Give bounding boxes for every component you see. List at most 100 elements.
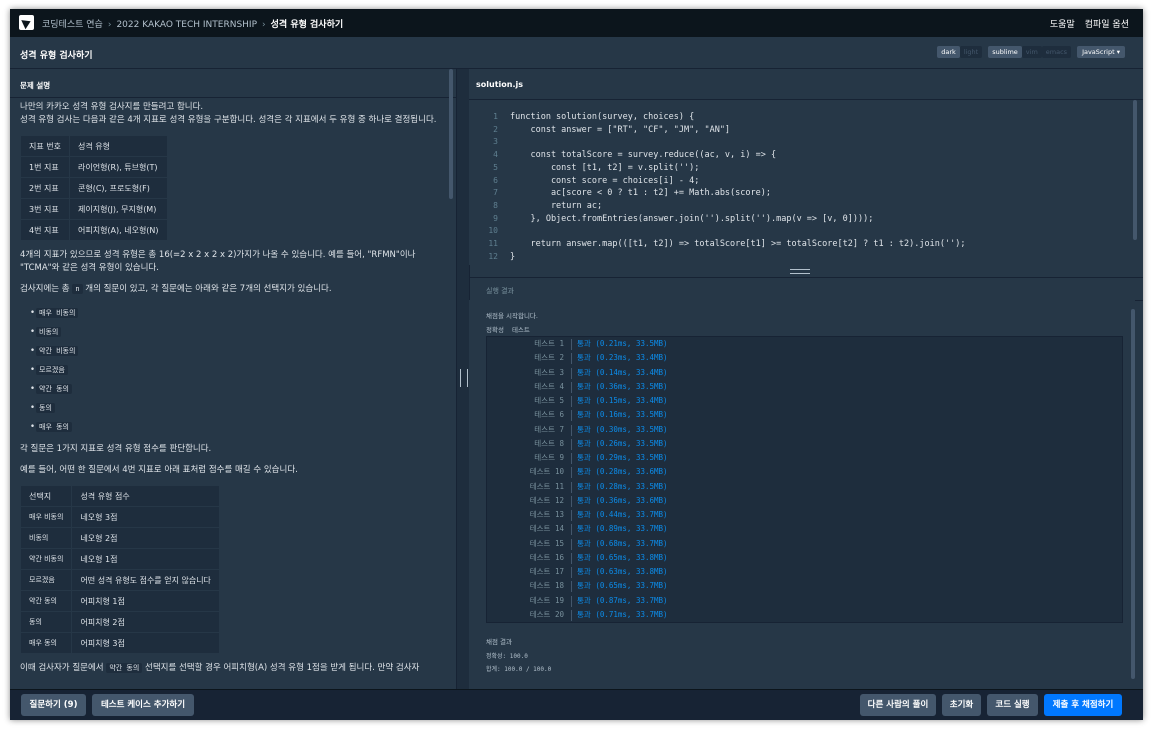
code-text: } bbox=[510, 251, 516, 262]
code-line[interactable]: 3 bbox=[469, 137, 1129, 150]
theme-dark-toggle[interactable]: dark bbox=[937, 46, 960, 58]
table-header: 선택지 bbox=[19, 485, 73, 507]
table-cell: 어떤 성격 유형도 점수를 얻지 않습니다 bbox=[71, 569, 220, 591]
inline-code: 약간 동의 bbox=[106, 663, 143, 673]
test-row: 테스트 18 통과 (0.65ms, 33.7MB) bbox=[487, 580, 1122, 594]
test-row: 테스트 3 통과 (0.14ms, 33.4MB) bbox=[487, 367, 1122, 381]
code-line[interactable]: 12} bbox=[469, 252, 1129, 265]
code-text: const answer = ["RT", "CF", "JM", "AN"] bbox=[510, 124, 731, 135]
run-code-button[interactable]: 코드 실행 bbox=[987, 694, 1038, 716]
table-cell: 약간 비동의 bbox=[19, 548, 73, 570]
line-number: 5 bbox=[493, 162, 498, 172]
add-testcase-button[interactable]: 테스트 케이스 추가하기 bbox=[92, 694, 194, 716]
submit-button[interactable]: 제출 후 채점하기 bbox=[1044, 694, 1122, 716]
language-select[interactable]: JavaScript ▾ bbox=[1077, 46, 1125, 58]
table-cell: 네오형 1점 bbox=[71, 548, 220, 570]
results-scrollbar[interactable] bbox=[1131, 309, 1135, 679]
test-name: 테스트 10 bbox=[529, 467, 564, 477]
code-line[interactable]: 10 bbox=[469, 226, 1129, 239]
test-name: 테스트 1 bbox=[534, 339, 564, 348]
top-navigation: 코딩테스트 연습 › 2022 KAKAO TECH INTERNSHIP › 성격 유… bbox=[10, 9, 1143, 37]
code-line[interactable]: 11 return answer.map(([t1, t2]) => total… bbox=[469, 239, 1129, 252]
divider bbox=[571, 538, 572, 550]
test-row: 테스트 12 통과 (0.36ms, 33.6MB) bbox=[487, 495, 1122, 509]
table-cell: 어피치형(A), 네오형(N) bbox=[68, 219, 168, 241]
code-editor[interactable]: 1 function solution(survey, choices) { 2 … bbox=[469, 100, 1133, 265]
test-result: 통과 (0.16ms, 33.5MB) bbox=[577, 410, 668, 420]
test-row: 테스트 4 통과 (0.36ms, 33.5MB) bbox=[487, 381, 1122, 395]
problem-panel[interactable]: 문제 설명 나만의 카카오 성격 유형 검사지를 만들려고 합니다. 성격 유형 … bbox=[10, 69, 456, 689]
breadcrumb-item[interactable]: 2022 KAKAO TECH INTERNSHIP bbox=[116, 20, 257, 30]
divider bbox=[571, 581, 572, 593]
test-name: 테스트 2 bbox=[534, 353, 564, 363]
test-name: 테스트 13 bbox=[529, 510, 564, 519]
test-result: 통과 (0.36ms, 33.5MB) bbox=[577, 381, 668, 391]
test-row: 테스트 5 통과 (0.15ms, 33.4MB) bbox=[487, 395, 1122, 409]
table-cell: 동의 bbox=[19, 611, 73, 633]
line-number: 2 bbox=[493, 124, 498, 134]
divider bbox=[571, 595, 572, 607]
keymap-sublime-toggle[interactable]: sublime bbox=[988, 46, 1022, 58]
divider bbox=[571, 567, 572, 578]
code-text: const totalScore = survey.reduce((ac, v,… bbox=[510, 150, 777, 161]
code-line[interactable]: 1 function solution(survey, choices) { bbox=[469, 112, 1129, 125]
keymap-emacs-toggle[interactable]: emacs bbox=[1041, 46, 1072, 58]
line-number: 3 bbox=[493, 137, 498, 147]
code-line[interactable]: 5 const [t1, t2] = v.split(''); bbox=[469, 163, 1129, 176]
test-row: 테스트 17 통과 (0.63ms, 33.8MB) bbox=[487, 566, 1122, 580]
table-row: 2번 지표 콘형(C), 프로도형(F) bbox=[20, 177, 168, 199]
code-line[interactable]: 4 const totalScore = survey.reduce((ac, … bbox=[469, 150, 1129, 163]
list-item: 매우 비동의 bbox=[30, 304, 442, 323]
panel-splitter[interactable] bbox=[456, 69, 470, 689]
inline-code: 매우 비동의 bbox=[36, 308, 79, 318]
drag-handle-icon[interactable] bbox=[790, 269, 810, 274]
code-line[interactable]: 7 ac[score < 0 ? t1 : t2] += Math.abs(sc… bbox=[469, 188, 1129, 201]
breadcrumb-current: 성격 유형 검사하기 bbox=[270, 20, 344, 30]
theme-light-toggle[interactable]: light bbox=[959, 46, 983, 58]
drag-handle-icon[interactable] bbox=[460, 369, 468, 387]
editor-results-splitter[interactable] bbox=[469, 265, 1143, 277]
ask-question-button[interactable]: 질문하기 (9) bbox=[21, 694, 86, 716]
results-heading: 실행 결과 bbox=[486, 287, 514, 295]
code-line[interactable]: 8 return ac; bbox=[469, 201, 1129, 214]
keymap-vim-toggle[interactable]: vim bbox=[1021, 46, 1042, 58]
list-item: 약간 비동의 bbox=[30, 342, 442, 361]
test-name: 테스트 9 bbox=[534, 453, 564, 462]
list-item: 약간 동의 bbox=[30, 380, 442, 399]
test-name: 테스트 6 bbox=[534, 410, 564, 420]
code-line[interactable]: 2 const answer = ["RT", "CF", "JM", "AN"… bbox=[469, 125, 1129, 138]
paragraph: 4개의 지표가 있으므로 성격 유형은 총 16(=2 x 2 x 2 x 2)… bbox=[20, 250, 416, 273]
table-cell: 콘형(C), 프로도형(F) bbox=[68, 177, 168, 199]
line-number: 7 bbox=[493, 188, 498, 198]
code-line[interactable]: 6 const score = choices[i] - 4; bbox=[469, 176, 1129, 189]
code-text: function solution(survey, choices) { bbox=[510, 112, 695, 122]
table-cell: 4번 지표 bbox=[20, 219, 70, 241]
test-result: 통과 (0.65ms, 33.7MB) bbox=[577, 581, 668, 591]
compile-options-link[interactable]: 컴파일 옵션 bbox=[1085, 20, 1129, 30]
problem-heading-bar: 문제 설명 bbox=[10, 69, 456, 98]
chevron-right-icon: › bbox=[107, 20, 112, 30]
programmers-logo-icon[interactable] bbox=[19, 15, 34, 30]
table-cell: 네오형 3점 bbox=[71, 506, 220, 528]
test-name: 테스트 8 bbox=[534, 438, 564, 448]
chevron-right-icon: › bbox=[262, 20, 266, 30]
text: 개의 질문이 있고, 각 질문에는 아래와 같은 7개의 선택지가 있습니다. bbox=[85, 284, 332, 294]
reset-button[interactable]: 초기화 bbox=[942, 694, 981, 716]
code-text: ac[score < 0 ? t1 : t2] += Math.abs(scor… bbox=[510, 188, 771, 199]
line-number: 1 bbox=[493, 112, 498, 121]
test-row: 테스트 1 통과 (0.21ms, 33.5MB) bbox=[487, 338, 1122, 352]
score-table: 선택지 성격 유형 점수 매우 비동의 네오형 3점 비동의 네오형 2점 약간 비동… bbox=[19, 485, 220, 654]
table-cell: 어피치형 1점 bbox=[71, 590, 220, 612]
text: 이때 검사자가 질문에서 bbox=[20, 663, 104, 673]
table-header-row: 지표 번호 성격 유형 bbox=[20, 135, 168, 157]
editor-scrollbar[interactable] bbox=[1133, 100, 1137, 240]
problem-scrollbar[interactable] bbox=[449, 69, 453, 199]
table-cell: 어피치형 2점 bbox=[71, 611, 220, 633]
breadcrumb-item[interactable]: 코딩테스트 연습 bbox=[42, 17, 103, 30]
line-number: 4 bbox=[493, 150, 498, 160]
help-link[interactable]: 도움말 bbox=[1050, 20, 1075, 30]
code-line[interactable]: 9 }, Object.fromEntries(answer.join('').… bbox=[469, 214, 1129, 227]
others-solutions-button[interactable]: 다른 사람의 풀이 bbox=[860, 694, 936, 716]
editor-panel: solution.js 1 function solution(survey, c… bbox=[469, 69, 1143, 689]
test-row: 테스트 6 통과 (0.16ms, 33.5MB) bbox=[487, 409, 1122, 423]
